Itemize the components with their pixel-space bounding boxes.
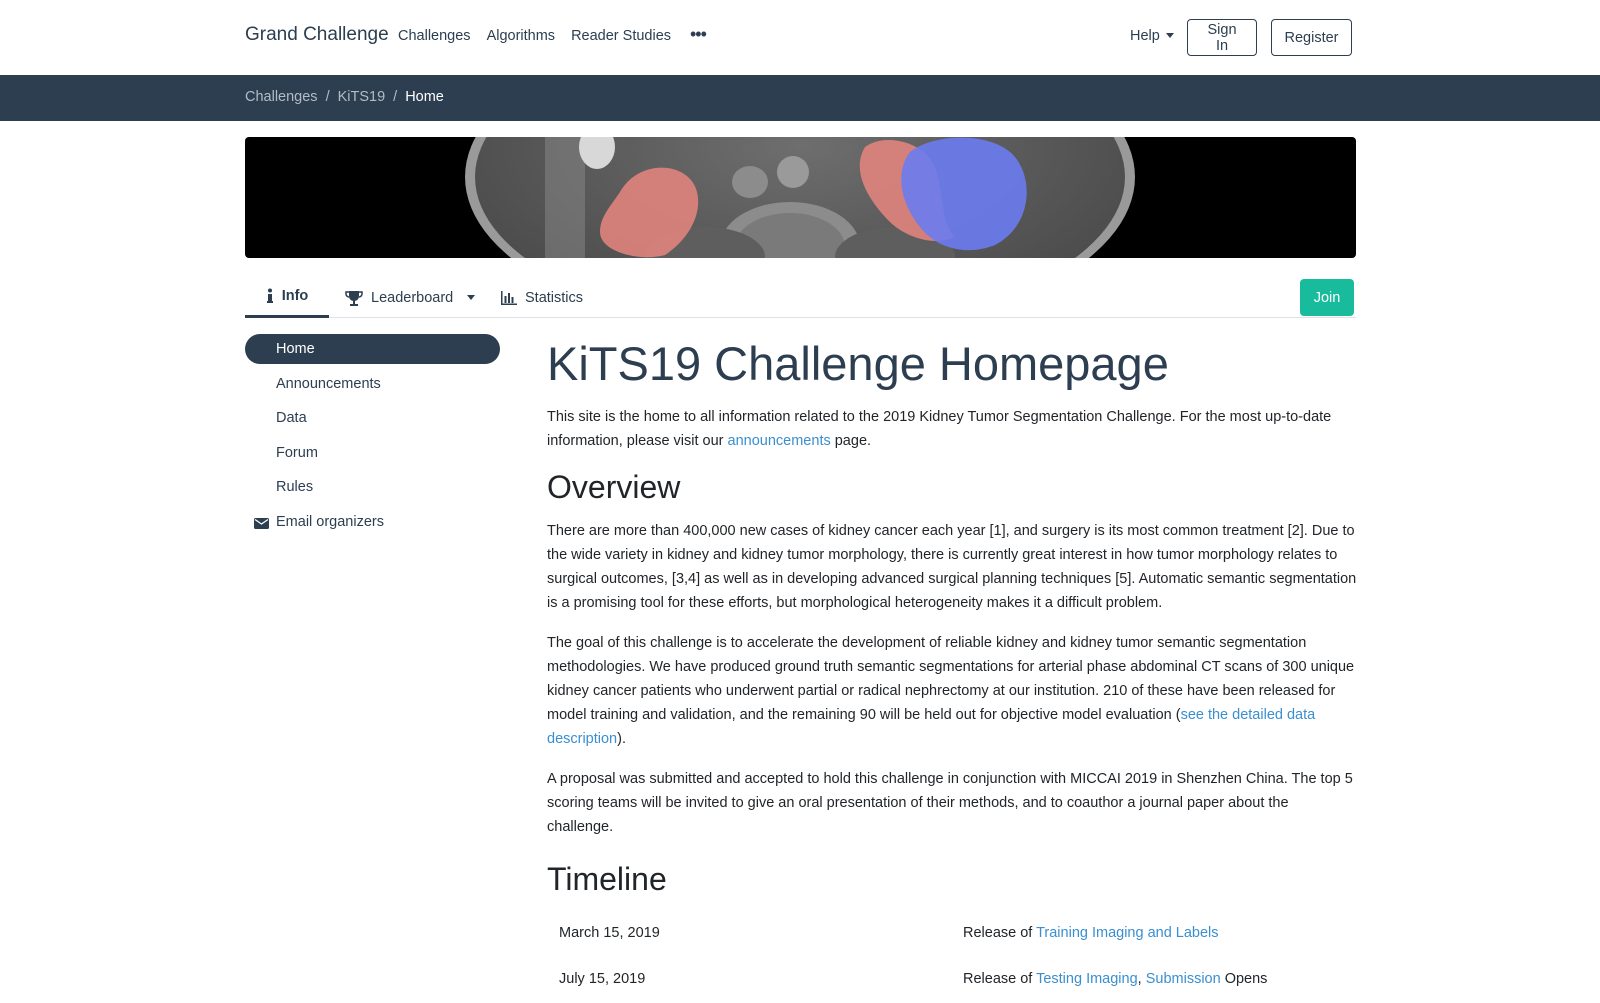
info-icon (266, 288, 273, 303)
timeline-description: Release of Testing Imaging, Submission O… (963, 971, 1267, 987)
overview-paragraph-2: The goal of this challenge is to acceler… (547, 631, 1357, 751)
overview-paragraph-3: A proposal was submitted and accepted to… (547, 771, 1353, 835)
timeline-row: July 15, 2019 Release of Testing Imaging… (547, 957, 1357, 1003)
sidebar-item-announcements[interactable]: Announcements (245, 369, 500, 399)
top-navbar: Grand Challenge Challenges Algorithms Re… (0, 0, 1600, 75)
envelope-icon (254, 517, 269, 529)
sidebar-item-rules[interactable]: Rules (245, 472, 500, 502)
sidebar-item-email-organizers[interactable]: Email organizers (245, 507, 500, 537)
ct-scan-image (465, 137, 1135, 258)
nav-challenges[interactable]: Challenges (398, 28, 471, 44)
tab-statistics-label: Statistics (525, 289, 584, 306)
timeline-heading: Timeline (547, 861, 667, 897)
intro-text-end: page. (830, 433, 872, 449)
breadcrumb: Challenges / KiTS19 / Home (245, 89, 444, 105)
timeline-suffix: Opens (1220, 971, 1268, 987)
breadcrumb-current: Home (405, 89, 444, 105)
timeline-table: March 15, 2019 Release of Training Imagi… (547, 911, 1357, 1003)
testing-imaging-link[interactable]: Testing Imaging (1036, 971, 1138, 987)
sign-in-button[interactable]: Sign In (1187, 19, 1257, 56)
caret-down-icon (1165, 33, 1174, 38)
timeline-description: Release of Training Imaging and Labels (963, 925, 1219, 941)
timeline-date: March 15, 2019 (559, 925, 660, 941)
ellipsis-icon[interactable]: ••• (690, 24, 707, 45)
sidebar-item-home[interactable]: Home (245, 334, 500, 364)
help-dropdown[interactable]: Help (1130, 28, 1174, 44)
nav-algorithms[interactable]: Algorithms (487, 28, 556, 44)
sidebar: Home Announcements Data Forum Rules Emai… (245, 334, 500, 541)
breadcrumb-challenges[interactable]: Challenges (245, 89, 318, 105)
overview-heading: Overview (547, 469, 681, 505)
timeline-prefix: Release of (963, 971, 1037, 987)
caret-down-icon (467, 295, 476, 300)
trophy-icon (345, 290, 363, 306)
timeline-row: March 15, 2019 Release of Training Imagi… (547, 911, 1357, 957)
timeline-prefix: Release of (963, 925, 1037, 941)
brand-link[interactable]: Grand Challenge (245, 24, 389, 46)
overview-p2-end: ). (617, 731, 626, 747)
tab-leaderboard[interactable]: Leaderboard (345, 277, 476, 318)
timeline-date: July 15, 2019 (559, 971, 646, 987)
timeline-separator: , (1137, 971, 1146, 987)
overview-paragraph-1: There are more than 400,000 new cases of… (547, 523, 1357, 611)
intro-paragraph: This site is the home to all information… (547, 405, 1357, 453)
sidebar-item-data[interactable]: Data (245, 403, 500, 433)
tab-info-label: Info (281, 288, 309, 304)
email-organizers-label: Email organizers (276, 513, 384, 530)
intro-text: This site is the home to all information… (547, 409, 1332, 449)
tab-statistics[interactable]: Statistics (501, 277, 583, 318)
breadcrumb-separator: / (393, 89, 398, 105)
breadcrumb-separator: / (325, 89, 330, 105)
main-content: KiTS19 Challenge Homepage This site is t… (547, 335, 1357, 1003)
announcements-link[interactable]: announcements (728, 433, 831, 449)
help-label: Help (1130, 28, 1160, 44)
main-nav: Challenges Algorithms Reader Studies (398, 28, 671, 44)
register-button[interactable]: Register (1271, 19, 1352, 56)
nav-reader-studies[interactable]: Reader Studies (571, 28, 671, 44)
tab-leaderboard-label: Leaderboard (371, 289, 454, 306)
bar-chart-icon (501, 290, 517, 305)
page-title: KiTS19 Challenge Homepage (547, 337, 1169, 390)
challenge-banner (245, 137, 1356, 258)
challenge-tabs: Info Leaderboard Statistics (245, 277, 1356, 318)
training-imaging-link[interactable]: Training Imaging and Labels (1036, 925, 1218, 941)
tab-info[interactable]: Info (245, 277, 329, 318)
join-button[interactable]: Join (1300, 279, 1354, 316)
submission-link[interactable]: Submission (1146, 971, 1221, 987)
sidebar-item-forum[interactable]: Forum (245, 438, 500, 468)
breadcrumb-bar: Challenges / KiTS19 / Home (0, 75, 1600, 121)
breadcrumb-kits19[interactable]: KiTS19 (338, 89, 386, 105)
